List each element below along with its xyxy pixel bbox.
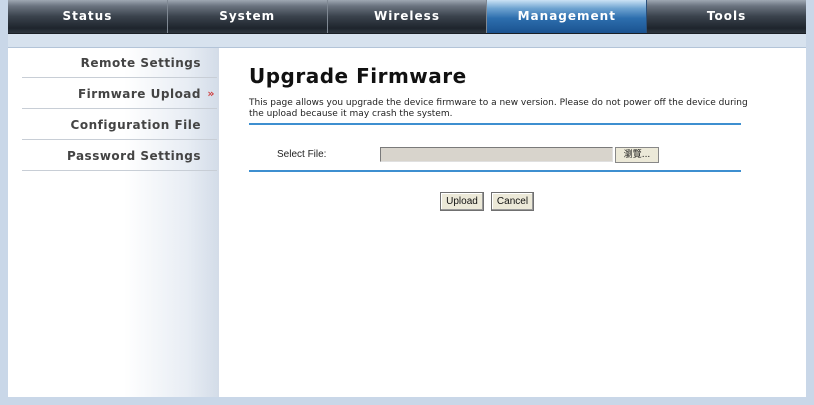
top-navigation: Status System Wireless Management Tools xyxy=(8,0,806,34)
router-admin-window: Status System Wireless Management Tools … xyxy=(8,0,806,397)
file-path-field[interactable] xyxy=(380,147,613,162)
sidebar-item-label: Firmware Upload xyxy=(77,87,201,101)
sidebar-item-firmware-upload[interactable]: Firmware Upload » xyxy=(22,79,217,109)
tab-management[interactable]: Management xyxy=(487,0,648,33)
select-file-label: Select File: xyxy=(277,149,327,160)
section-divider xyxy=(249,123,741,125)
page-description: This page allows you upgrade the device … xyxy=(249,98,748,119)
tab-wireless[interactable]: Wireless xyxy=(328,0,488,33)
sub-navigation-band xyxy=(8,34,806,48)
sidebar-item-label: Remote Settings xyxy=(80,56,201,70)
sidebar-item-password-settings[interactable]: Password Settings xyxy=(22,141,217,171)
cancel-button[interactable]: Cancel xyxy=(491,192,534,211)
tab-tools[interactable]: Tools xyxy=(647,0,806,33)
upload-button[interactable]: Upload xyxy=(440,192,484,211)
sidebar-item-configuration-file[interactable]: Configuration File xyxy=(22,110,217,140)
main-content: Upgrade Firmware This page allows you up… xyxy=(219,48,806,397)
sidebar: Remote Settings Firmware Upload » Config… xyxy=(8,48,219,397)
sidebar-item-remote-settings[interactable]: Remote Settings xyxy=(22,48,217,78)
sidebar-item-label: Configuration File xyxy=(70,118,201,132)
browse-button[interactable]: 瀏覽... xyxy=(615,147,659,163)
double-chevron-right-icon: » xyxy=(207,87,215,100)
page-title: Upgrade Firmware xyxy=(249,64,467,88)
section-divider xyxy=(249,170,741,172)
sidebar-item-label: Password Settings xyxy=(66,149,201,163)
tab-status[interactable]: Status xyxy=(8,0,168,33)
tab-system[interactable]: System xyxy=(168,0,328,33)
